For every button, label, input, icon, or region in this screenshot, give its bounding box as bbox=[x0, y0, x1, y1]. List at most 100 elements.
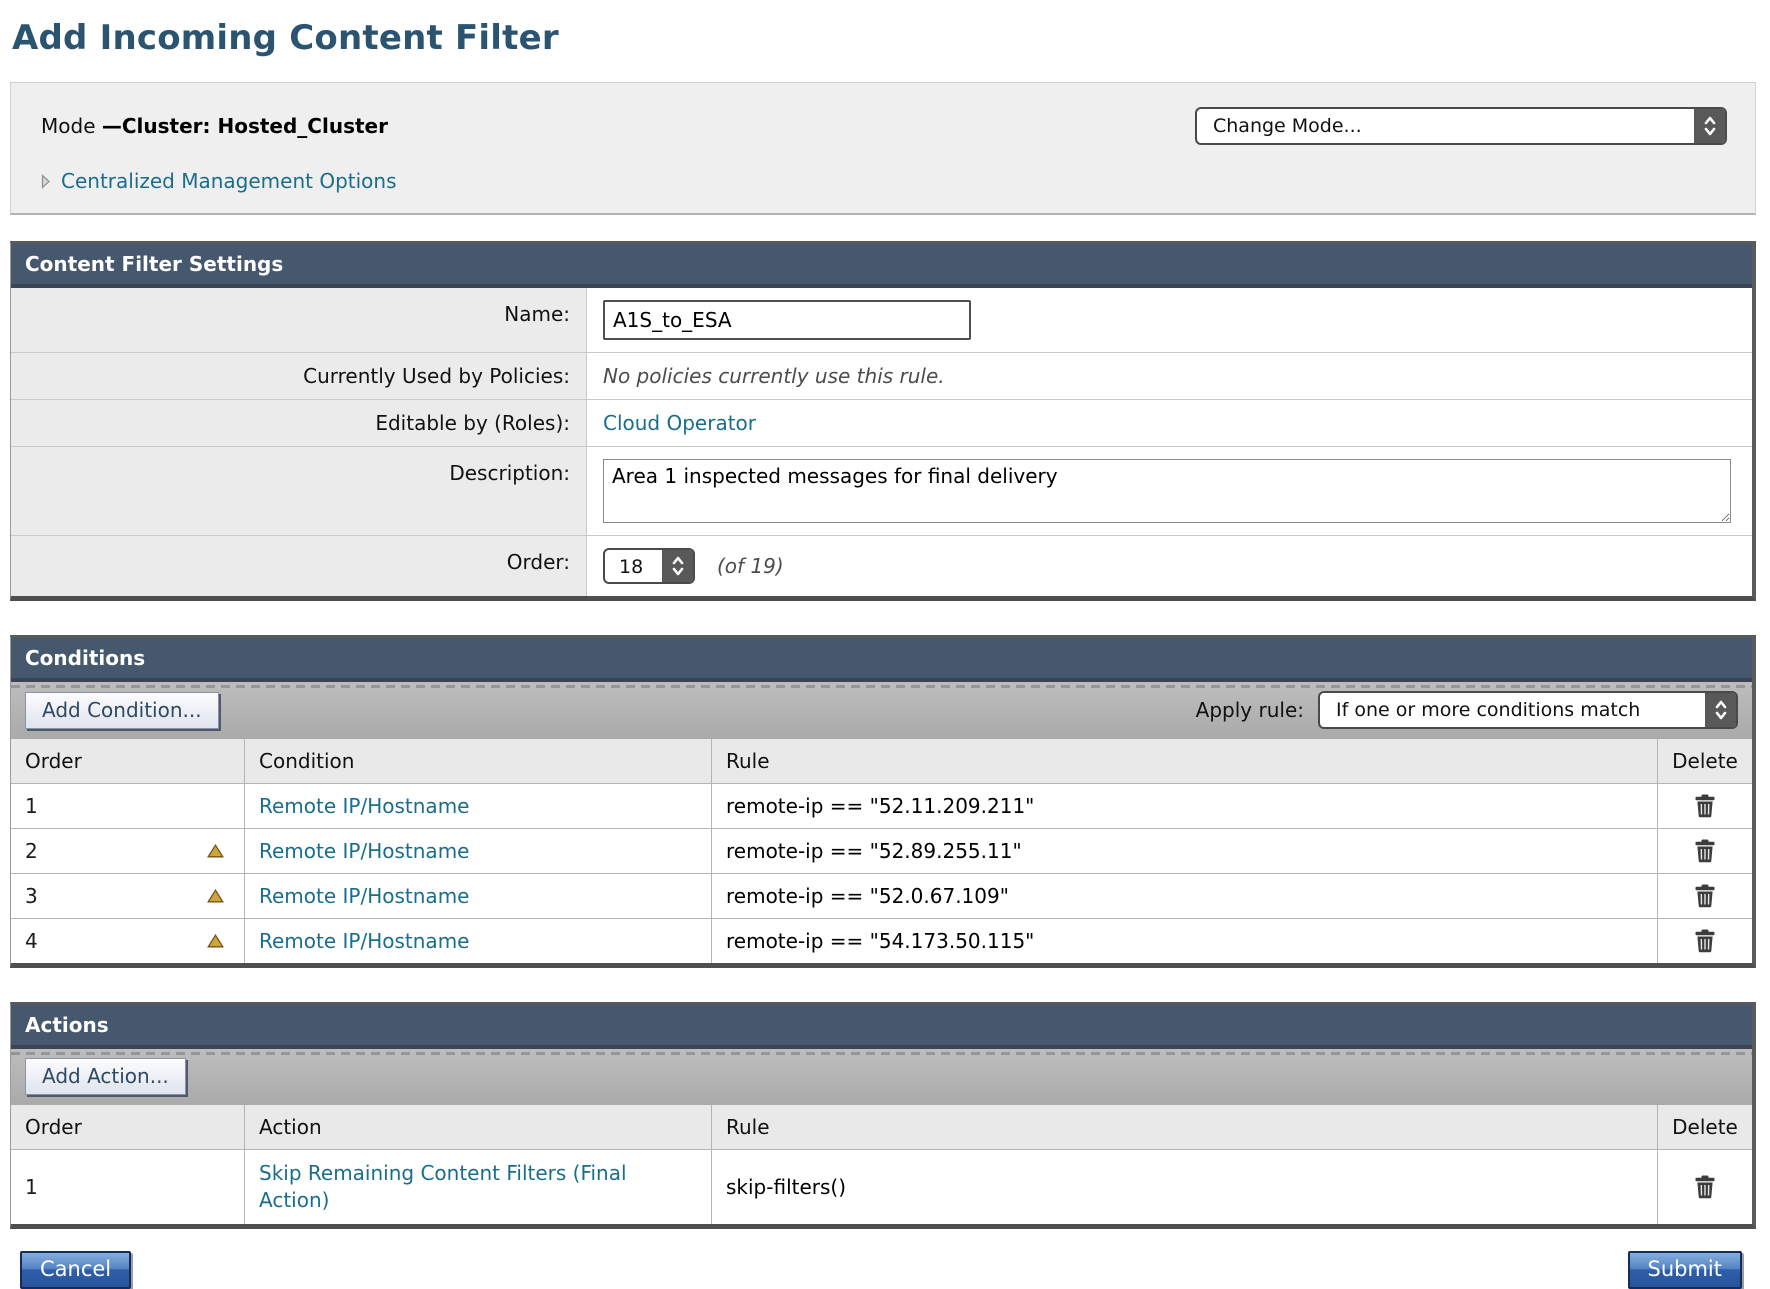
select-spinner-icon bbox=[662, 550, 693, 582]
name-label: Name: bbox=[11, 288, 587, 352]
trash-icon bbox=[1694, 839, 1716, 863]
column-header-order: Order bbox=[11, 739, 244, 784]
mode-section: Mode —Cluster: Hosted_Cluster Change Mod… bbox=[10, 82, 1756, 215]
add-action-button[interactable]: Add Action... bbox=[25, 1058, 186, 1095]
condition-cell: Remote IP/Hostname bbox=[244, 874, 711, 919]
submit-button[interactable]: Submit bbox=[1628, 1251, 1743, 1289]
condition-order-number: 2 bbox=[25, 839, 38, 863]
conditions-section-header: Conditions bbox=[11, 638, 1752, 682]
settings-row-order: Order: 18 (of 19) bbox=[11, 536, 1752, 596]
condition-rule-cell: remote-ip == "52.11.209.211" bbox=[711, 784, 1657, 829]
delete-button[interactable] bbox=[1694, 929, 1716, 953]
column-header-order: Order bbox=[11, 1105, 244, 1150]
order-select[interactable]: 18 bbox=[603, 548, 695, 584]
move-up-button[interactable] bbox=[207, 844, 224, 858]
trash-icon bbox=[1694, 884, 1716, 908]
apply-rule-label: Apply rule: bbox=[1196, 698, 1304, 722]
roles-label: Editable by (Roles): bbox=[11, 400, 587, 446]
action-cell: Skip Remaining Content Filters (Final Ac… bbox=[244, 1150, 711, 1224]
column-header-action: Action bbox=[244, 1105, 711, 1150]
condition-link[interactable]: Remote IP/Hostname bbox=[259, 884, 469, 908]
conditions-table: Order Condition Rule Delete 1 Remote IP/… bbox=[11, 739, 1752, 963]
disclosure-triangle-icon bbox=[41, 174, 51, 189]
delete-button[interactable] bbox=[1694, 884, 1716, 908]
condition-delete-cell bbox=[1657, 829, 1752, 874]
policies-value: No policies currently use this rule. bbox=[603, 364, 945, 388]
apply-rule-select[interactable]: If one or more conditions match bbox=[1318, 691, 1738, 729]
order-label: Order: bbox=[11, 536, 587, 596]
conditions-section: Conditions Add Condition... Apply rule: … bbox=[10, 635, 1756, 968]
page-title: Add Incoming Content Filter bbox=[12, 18, 1756, 58]
condition-order-number: 4 bbox=[25, 929, 38, 953]
policies-label: Currently Used by Policies: bbox=[11, 353, 587, 399]
delete-button[interactable] bbox=[1694, 794, 1716, 818]
settings-row-name: Name: bbox=[11, 288, 1752, 353]
condition-order-cell: 3 bbox=[11, 874, 244, 919]
condition-link[interactable]: Remote IP/Hostname bbox=[259, 839, 469, 863]
apply-rule-select-value: If one or more conditions match bbox=[1320, 693, 1705, 727]
condition-link[interactable]: Remote IP/Hostname bbox=[259, 929, 469, 953]
delete-button[interactable] bbox=[1694, 1175, 1716, 1199]
order-total: (of 19) bbox=[717, 554, 784, 578]
column-header-delete: Delete bbox=[1657, 739, 1752, 784]
actions-section: Actions Add Action... Order Action Rule … bbox=[10, 1002, 1756, 1229]
trash-icon bbox=[1694, 929, 1716, 953]
mode-text: Mode —Cluster: Hosted_Cluster bbox=[41, 114, 388, 138]
condition-order-number: 3 bbox=[25, 884, 38, 908]
move-up-button[interactable] bbox=[207, 889, 224, 903]
settings-row-policies: Currently Used by Policies: No policies … bbox=[11, 353, 1752, 400]
add-condition-button[interactable]: Add Condition... bbox=[25, 692, 219, 729]
conditions-toolbar: Add Condition... Apply rule: If one or m… bbox=[11, 682, 1752, 739]
select-spinner-icon bbox=[1694, 109, 1725, 143]
condition-link[interactable]: Remote IP/Hostname bbox=[259, 794, 469, 818]
actions-table: Order Action Rule Delete 1 Skip Remainin… bbox=[11, 1105, 1752, 1224]
order-select-value: 18 bbox=[605, 550, 662, 582]
footer-bar: Cancel Submit bbox=[20, 1251, 1742, 1289]
move-up-button[interactable] bbox=[207, 934, 224, 948]
column-header-delete: Delete bbox=[1657, 1105, 1752, 1150]
move-up-icon bbox=[207, 934, 224, 948]
cancel-button[interactable]: Cancel bbox=[20, 1251, 131, 1289]
settings-row-roles: Editable by (Roles): Cloud Operator bbox=[11, 400, 1752, 447]
settings-section: Content Filter Settings Name: Currently … bbox=[10, 241, 1756, 601]
condition-order-number: 1 bbox=[25, 794, 38, 818]
action-rule-cell: skip-filters() bbox=[711, 1150, 1657, 1224]
condition-rule-cell: remote-ip == "52.0.67.109" bbox=[711, 874, 1657, 919]
select-spinner-icon bbox=[1705, 693, 1736, 727]
roles-link[interactable]: Cloud Operator bbox=[603, 411, 756, 435]
mode-label: Mode bbox=[41, 114, 102, 138]
condition-delete-cell bbox=[1657, 874, 1752, 919]
condition-order-cell: 4 bbox=[11, 919, 244, 963]
condition-rule-cell: remote-ip == "54.173.50.115" bbox=[711, 919, 1657, 963]
action-delete-cell bbox=[1657, 1150, 1752, 1224]
condition-delete-cell bbox=[1657, 784, 1752, 829]
condition-cell: Remote IP/Hostname bbox=[244, 919, 711, 963]
column-header-rule: Rule bbox=[711, 739, 1657, 784]
description-label: Description: bbox=[11, 447, 587, 535]
delete-button[interactable] bbox=[1694, 839, 1716, 863]
column-header-rule: Rule bbox=[711, 1105, 1657, 1150]
condition-rule-cell: remote-ip == "52.89.255.11" bbox=[711, 829, 1657, 874]
trash-icon bbox=[1694, 794, 1716, 818]
settings-section-header: Content Filter Settings bbox=[11, 244, 1752, 288]
actions-toolbar: Add Action... bbox=[11, 1049, 1752, 1105]
name-input[interactable] bbox=[603, 300, 971, 340]
move-up-icon bbox=[207, 844, 224, 858]
condition-cell: Remote IP/Hostname bbox=[244, 784, 711, 829]
mode-value: —Cluster: Hosted_Cluster bbox=[102, 114, 388, 138]
centralized-management-link[interactable]: Centralized Management Options bbox=[61, 169, 397, 193]
condition-order-cell: 2 bbox=[11, 829, 244, 874]
condition-order-cell: 1 bbox=[11, 784, 244, 829]
column-header-condition: Condition bbox=[244, 739, 711, 784]
change-mode-select-value: Change Mode... bbox=[1197, 109, 1694, 143]
trash-icon bbox=[1694, 1175, 1716, 1199]
settings-row-description: Description: Area 1 inspected messages f… bbox=[11, 447, 1752, 536]
action-link[interactable]: Skip Remaining Content Filters (Final Ac… bbox=[259, 1160, 697, 1214]
action-order-cell: 1 bbox=[11, 1150, 244, 1224]
description-textarea[interactable]: Area 1 inspected messages for final deli… bbox=[603, 459, 1731, 523]
change-mode-select[interactable]: Change Mode... bbox=[1195, 107, 1727, 145]
condition-delete-cell bbox=[1657, 919, 1752, 963]
actions-section-header: Actions bbox=[11, 1005, 1752, 1049]
move-up-icon bbox=[207, 889, 224, 903]
action-order-number: 1 bbox=[25, 1175, 38, 1199]
